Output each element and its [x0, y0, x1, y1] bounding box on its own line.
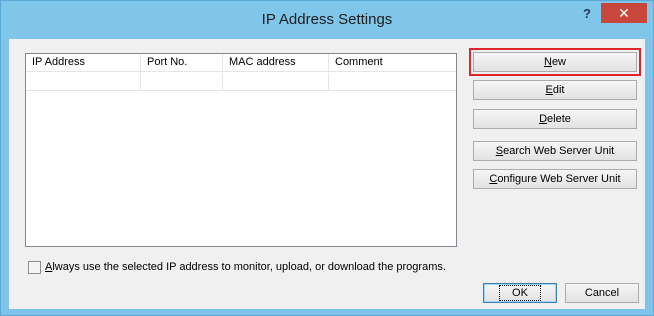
edit-button[interactable]: Edit: [473, 80, 637, 100]
table-row[interactable]: [26, 73, 456, 91]
column-header-port-no[interactable]: Port No.: [141, 54, 223, 72]
always-use-ip-label: Always use the selected IP address to mo…: [45, 261, 446, 273]
cell-port-no: [141, 73, 223, 91]
column-header-comment[interactable]: Comment: [329, 54, 456, 72]
always-use-ip-option[interactable]: Always use the selected IP address to mo…: [28, 259, 446, 275]
title-bar[interactable]: IP Address Settings ? ✕: [1, 1, 653, 39]
ok-button[interactable]: OK: [483, 283, 557, 303]
help-button[interactable]: ?: [576, 4, 598, 24]
always-use-ip-checkbox[interactable]: [28, 260, 41, 274]
cell-mac-address: [223, 73, 329, 91]
column-header-mac-address[interactable]: MAC address: [223, 54, 329, 72]
close-icon: ✕: [618, 5, 630, 21]
ip-address-list[interactable]: IP Address Port No. MAC address Comment: [25, 53, 457, 247]
window-title: IP Address Settings: [261, 11, 393, 28]
dialog-window: IP Address Settings ? ✕ IP Address Port …: [0, 0, 654, 316]
cell-ip-address: [26, 73, 141, 91]
configure-web-server-unit-button[interactable]: Configure Web Server Unit: [473, 169, 637, 189]
close-button[interactable]: ✕: [601, 3, 647, 23]
search-web-server-unit-button[interactable]: Search Web Server Unit: [473, 141, 637, 161]
cell-comment: [329, 73, 456, 91]
delete-button[interactable]: Delete: [473, 109, 637, 129]
list-header: IP Address Port No. MAC address Comment: [26, 54, 456, 72]
column-header-ip-address[interactable]: IP Address: [26, 54, 141, 72]
new-button[interactable]: New: [469, 48, 641, 76]
cancel-button[interactable]: Cancel: [565, 283, 639, 303]
dialog-body: IP Address Port No. MAC address Comment …: [9, 39, 645, 309]
